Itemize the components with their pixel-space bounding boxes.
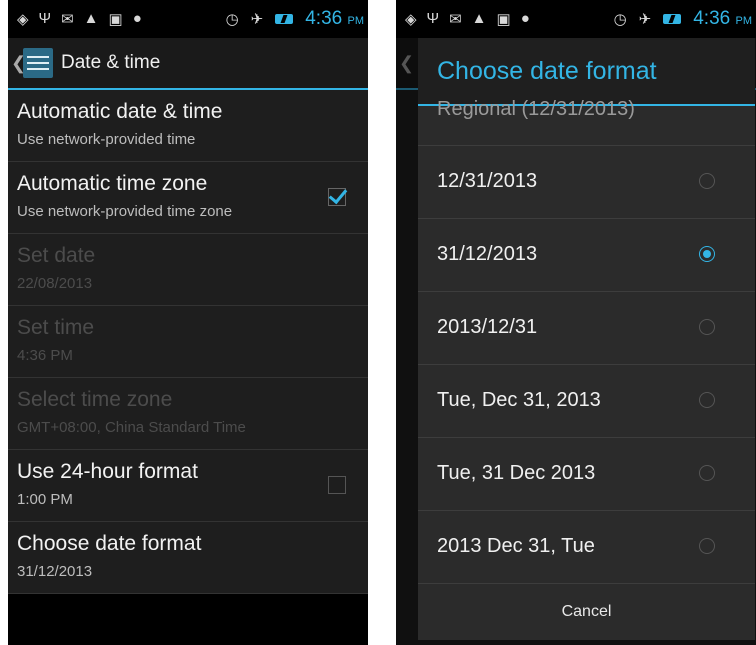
date-format-option-regional[interactable]: Regional (12/31/2013) xyxy=(418,98,755,146)
radio-button[interactable] xyxy=(699,392,715,408)
warning-icon: ▲ xyxy=(471,10,487,27)
radio-button-selected[interactable] xyxy=(699,246,715,262)
battery-charging-icon xyxy=(663,14,682,24)
choose-date-format-dialog: Choose date format Regional (12/31/2013)… xyxy=(418,38,755,640)
pref-title: Set time xyxy=(17,316,95,339)
battery-charging-icon xyxy=(275,14,294,24)
back-chevron-icon: ❮ xyxy=(399,52,415,73)
date-format-dialog-screen: ◈ Ψ ✉ ▲ ▣ ● ◷ ✈ 4:36 PM ❮ Choose date fo… xyxy=(396,0,756,645)
settings-sliders-icon[interactable] xyxy=(23,48,53,78)
option-label: 2013 Dec 31, Tue xyxy=(437,535,595,557)
pref-use-24-hour-format[interactable]: Use 24-hour format 1:00 PM xyxy=(8,450,368,522)
pref-summary: 22/08/2013 xyxy=(17,275,93,292)
pref-summary: 31/12/2013 xyxy=(17,563,93,580)
date-format-option[interactable]: 12/31/2013 xyxy=(418,146,755,219)
option-label: Tue, 31 Dec 2013 xyxy=(437,462,596,484)
status-bar: ◈ Ψ ✉ ▲ ▣ ● ◷ ✈ 4:36 PM xyxy=(8,0,368,38)
radio-button[interactable] xyxy=(699,465,715,481)
airplane-icon: ✈ xyxy=(250,11,264,28)
use-24-hour-checkbox[interactable] xyxy=(328,476,346,494)
pref-summary: 4:36 PM xyxy=(17,347,73,364)
option-label: Regional (12/31/2013) xyxy=(437,98,635,120)
gmail-icon: ✉ xyxy=(449,11,462,28)
warning-icon: ▲ xyxy=(83,10,99,27)
date-format-option[interactable]: 2013/12/31 xyxy=(418,292,755,365)
pref-select-time-zone: Select time zone GMT+08:00, China Standa… xyxy=(8,378,368,450)
pref-title: Automatic date & time xyxy=(17,100,223,123)
cancel-button[interactable]: Cancel xyxy=(418,583,755,640)
date-format-option[interactable]: Tue, Dec 31, 2013 xyxy=(418,365,755,438)
option-label: 31/12/2013 xyxy=(437,243,538,265)
alarm-icon: ◷ xyxy=(225,11,239,28)
pref-title: Set date xyxy=(17,244,96,267)
pref-summary: Use network-provided time zone xyxy=(17,203,233,220)
android-icon: ● xyxy=(132,10,142,27)
gps-icon: ◈ xyxy=(17,11,29,28)
pref-automatic-date-time[interactable]: Automatic date & time Use network-provid… xyxy=(8,90,368,162)
status-time: 4:36 PM xyxy=(693,8,752,29)
pref-choose-date-format[interactable]: Choose date format 31/12/2013 xyxy=(8,522,368,594)
pref-summary: GMT+08:00, China Standard Time xyxy=(17,419,246,436)
pref-summary: 1:00 PM xyxy=(17,491,73,508)
gmail-icon: ✉ xyxy=(61,11,74,28)
pref-title: Select time zone xyxy=(17,388,173,411)
pref-set-time: Set time 4:36 PM xyxy=(8,306,368,378)
pref-set-date: Set date 22/08/2013 xyxy=(8,234,368,306)
chat-icon: ▣ xyxy=(496,11,511,28)
airplane-icon: ✈ xyxy=(638,11,652,28)
pref-automatic-time-zone[interactable]: Automatic time zone Use network-provided… xyxy=(8,162,368,234)
alarm-icon: ◷ xyxy=(613,11,627,28)
page-title[interactable]: Date & time xyxy=(61,52,160,74)
option-label: 2013/12/31 xyxy=(437,316,538,338)
pref-title: Automatic time zone xyxy=(17,172,208,195)
pref-summary: Use network-provided time xyxy=(17,131,196,148)
usb-icon: Ψ xyxy=(426,10,440,27)
radio-button[interactable] xyxy=(699,538,715,554)
radio-button[interactable] xyxy=(699,173,715,189)
back-chevron-icon[interactable]: ❮ xyxy=(11,53,26,74)
pref-title: Choose date format xyxy=(17,532,202,555)
usb-icon: Ψ xyxy=(38,10,52,27)
action-bar: ❮ Date & time xyxy=(8,38,368,90)
date-format-option[interactable]: 2013 Dec 31, Tue xyxy=(418,511,755,584)
android-icon: ● xyxy=(520,10,530,27)
status-bar: ◈ Ψ ✉ ▲ ▣ ● ◷ ✈ 4:36 PM xyxy=(396,0,756,38)
pref-title: Use 24-hour format xyxy=(17,460,198,483)
date-time-settings-screen: ◈ Ψ ✉ ▲ ▣ ● ◷ ✈ 4:36 PM ❮ Date & time Au… xyxy=(8,0,368,645)
dialog-title: Choose date format xyxy=(418,38,755,106)
preferences-list: Automatic date & time Use network-provid… xyxy=(8,90,368,594)
date-format-option[interactable]: 31/12/2013 xyxy=(418,219,755,292)
status-time: 4:36 PM xyxy=(305,8,364,29)
gps-icon: ◈ xyxy=(405,11,417,28)
radio-button[interactable] xyxy=(699,319,715,335)
option-label: 12/31/2013 xyxy=(437,170,538,192)
automatic-time-zone-checkbox[interactable] xyxy=(328,188,346,206)
option-label: Tue, Dec 31, 2013 xyxy=(437,389,601,411)
date-format-options: Regional (12/31/2013) 12/31/2013 31/12/2… xyxy=(418,98,755,584)
chat-icon: ▣ xyxy=(108,11,123,28)
date-format-option[interactable]: Tue, 31 Dec 2013 xyxy=(418,438,755,511)
